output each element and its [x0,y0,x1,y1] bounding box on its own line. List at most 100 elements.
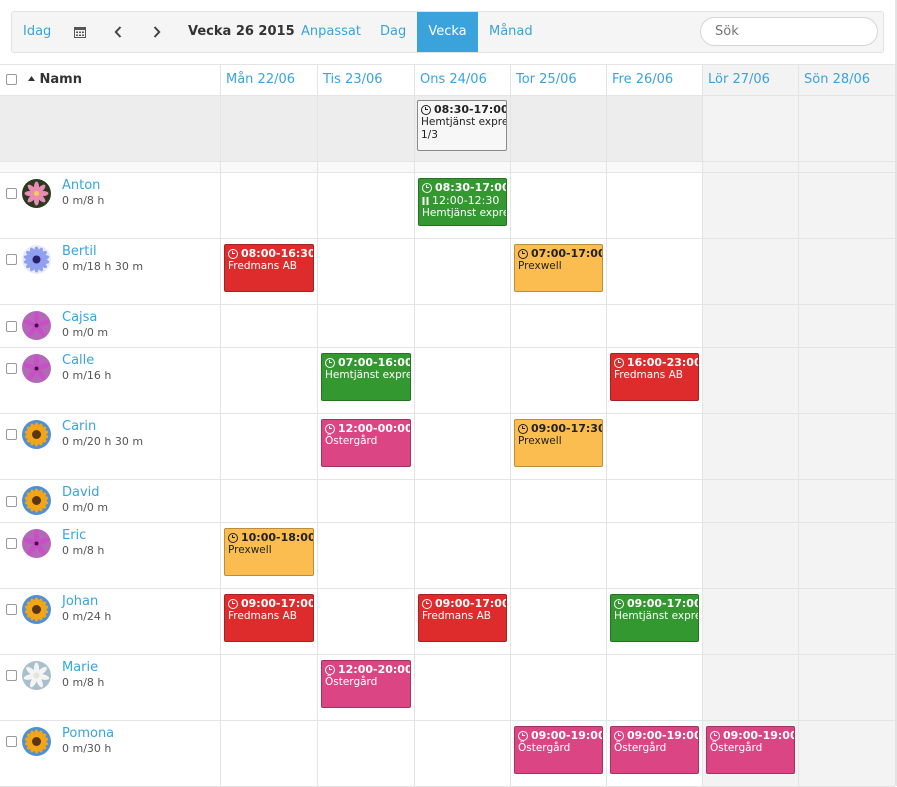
day-header[interactable]: Tis 23/06 [317,64,414,95]
employee-checkbox[interactable] [6,736,17,747]
employee-checkbox[interactable] [6,670,17,681]
employee-checkbox[interactable] [6,429,17,440]
employee-checkbox[interactable] [6,538,17,549]
shift-block[interactable]: 12:00-00:00 Östergård [321,419,411,467]
employee-name[interactable]: Eric [62,528,86,543]
shift-time: 09:00-19:00 [531,729,603,742]
shift-block[interactable]: 07:00-17:00 Prexwell [514,244,603,292]
name-column-header[interactable]: Namn [28,64,82,95]
shift-time: 09:00-19:00 [723,729,795,742]
name-column-label: Namn [39,72,82,87]
shift-client: Östergård [518,742,571,754]
shift-block[interactable]: 09:00-19:00 Östergård [514,726,603,774]
shift-block[interactable]: 08:30-17:0012:00-12:30Hemtjänst express [418,178,507,226]
clock-icon [421,104,431,115]
shift-block[interactable]: 10:00-18:00 Prexwell [224,528,314,576]
chevron-left-icon[interactable] [108,12,128,52]
employee-name[interactable]: Johan [62,594,98,609]
shift-break: 12:00-12:30 [432,194,500,207]
employee-hours: 0 m/30 h [62,742,112,755]
day-header[interactable]: Sön 28/06 [798,64,895,95]
employee-name[interactable]: Bertil [62,244,97,259]
grid-row-line [0,347,895,348]
grid-column-line [606,64,607,786]
employee-name[interactable]: Carin [62,419,96,434]
avatar [22,529,51,558]
shift-block[interactable]: 09:00-17:00 Fredmans AB [224,594,314,642]
clock-icon [422,598,432,609]
chevron-right-icon[interactable] [147,12,167,52]
clock-icon [614,357,624,368]
week-view-button[interactable]: Vecka [417,12,478,52]
today-button[interactable]: Idag [23,12,51,52]
employee-name[interactable]: David [62,485,100,500]
day-header[interactable]: Mån 22/06 [220,64,317,95]
day-header[interactable]: Fre 26/06 [606,64,702,95]
toolbar: Idag Vecka 26 2015 Anpassat Dag Vecka Må… [11,11,884,53]
employee-hours: 0 m/8 h [62,676,105,689]
employee-name[interactable]: Anton [62,178,100,193]
day-header[interactable]: Tor 25/06 [510,64,606,95]
employee-checkbox[interactable] [6,604,17,615]
unassigned-shift[interactable]: 08:30-17:00 Hemtjänst express 1/3 [417,100,507,151]
grid-row-line [0,172,895,173]
clock-icon [614,598,624,609]
shift-time: 08:30-17:00 [434,103,507,116]
month-view-button[interactable]: Månad [489,12,533,52]
shift-time: 07:00-16:00 [338,356,411,369]
grid-column-line [220,64,221,786]
calendar-icon[interactable] [70,12,90,52]
clock-icon [325,664,335,675]
employee-checkbox[interactable] [6,321,17,332]
employee-hours: 0 m/0 m [62,326,109,339]
avatar [22,311,51,340]
employee-name[interactable]: Cajsa [62,310,97,325]
employee-hours: 0 m/24 h [62,610,112,623]
shift-client: Östergård [710,742,763,754]
shift-block[interactable]: 09:00-19:00 Östergård [610,726,699,774]
employee-checkbox[interactable] [6,254,17,265]
grid-row-line [0,522,895,523]
search-input[interactable] [700,17,878,46]
clock-icon [325,423,335,434]
grid-row-line [0,238,895,239]
shift-time: 16:00-23:00 [627,356,699,369]
avatar [22,245,51,274]
employee-name[interactable]: Calle [62,353,94,368]
shift-time: 12:00-20:00 [338,663,411,676]
shift-block[interactable]: 07:00-16:00Hemtjänst express [321,353,411,401]
clock-icon [518,730,528,741]
shift-time: 08:00-16:30 [241,247,314,260]
employee-checkbox[interactable] [6,188,17,199]
day-header[interactable]: Lör 27/06 [702,64,798,95]
shift-time: 09:00-17:00 [627,597,699,610]
employee-checkbox[interactable] [6,496,17,507]
shift-client: Prexwell [518,260,562,272]
employee-hours: 0 m/20 h 30 m [62,435,144,448]
shift-time: 09:00-19:00 [627,729,699,742]
clock-icon [325,357,335,368]
employee-name[interactable]: Marie [62,660,98,675]
employee-checkbox[interactable] [6,363,17,374]
clock-icon [228,532,238,543]
shift-client: Östergård [325,435,378,447]
shift-block[interactable]: 16:00-23:00 Fredmans AB [610,353,699,401]
shift-block[interactable]: 09:00-19:00 Östergård [706,726,795,774]
employee-name[interactable]: Pomona [62,726,114,741]
shift-block[interactable]: 09:00-17:00 Fredmans AB [418,594,507,642]
shift-client: Hemtjänst express [614,610,698,622]
shift-block[interactable]: 08:00-16:30 Fredmans AB [224,244,314,292]
grid-row-line [0,720,895,721]
day-view-button[interactable]: Dag [380,12,406,52]
shift-block[interactable]: 09:00-17:30 Prexwell [514,419,603,467]
select-all-checkbox[interactable] [6,74,17,85]
grid-column-line [317,64,318,786]
custom-view-button[interactable]: Anpassat [301,12,361,52]
grid-row-line [0,95,895,96]
clock-icon [228,248,238,259]
day-header[interactable]: Ons 24/06 [414,64,510,95]
grid-column-line [702,64,703,786]
shift-block[interactable]: 09:00-17:00Hemtjänst express [610,594,699,642]
sort-ascending-icon [28,76,35,81]
shift-block[interactable]: 12:00-20:00 Östergård [321,660,411,708]
